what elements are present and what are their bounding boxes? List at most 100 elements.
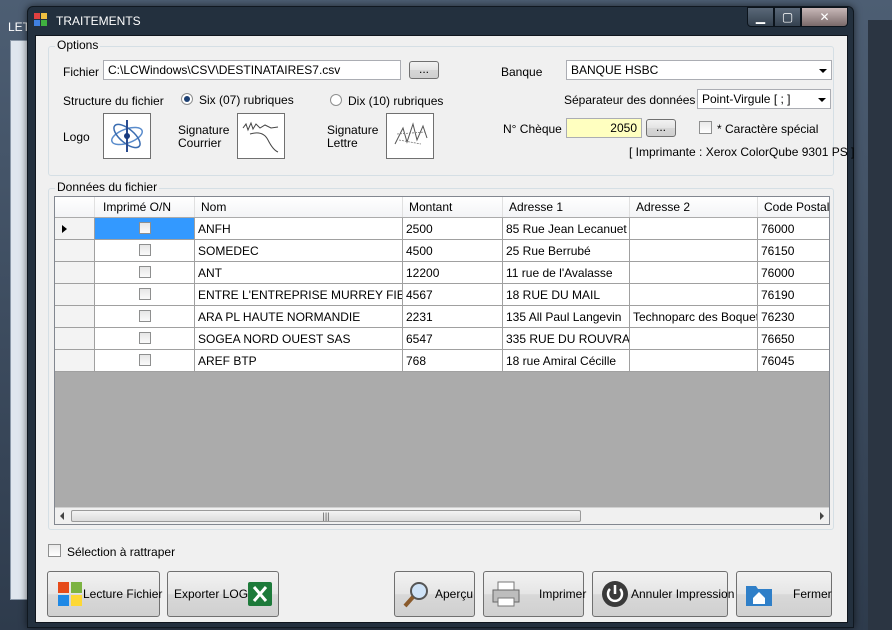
- cell-adresse2[interactable]: [630, 328, 758, 350]
- minimize-button[interactable]: ▁: [747, 7, 774, 27]
- cell-montant[interactable]: 4567: [403, 284, 503, 306]
- cell-adresse1[interactable]: 85 Rue Jean Lecanuet: [503, 218, 630, 240]
- title-bar[interactable]: TRAITEMENTS ▁ ▢ ✕: [28, 7, 853, 35]
- cell-montant[interactable]: 6547: [403, 328, 503, 350]
- radio-dix-rubriques[interactable]: [330, 94, 342, 106]
- signature-courrier-image[interactable]: [237, 113, 285, 159]
- cell-imprime[interactable]: [95, 328, 195, 350]
- column-header-code-postal[interactable]: Code Postal: [758, 197, 829, 217]
- cell-montant[interactable]: 2231: [403, 306, 503, 328]
- cell-adresse1[interactable]: 25 Rue Berrubé: [503, 240, 630, 262]
- logo-image[interactable]: [103, 113, 151, 159]
- printed-checkbox[interactable]: [138, 222, 151, 234]
- cell-code-postal[interactable]: 76000: [758, 262, 829, 284]
- cell-code-postal[interactable]: 76230: [758, 306, 829, 328]
- exporter-log-button[interactable]: Exporter LOG: [167, 571, 279, 617]
- fermer-button[interactable]: Fermer: [736, 571, 832, 617]
- table-row[interactable]: ANT 12200 11 rue de l'Avalasse 76000: [55, 262, 829, 284]
- cell-imprime[interactable]: [95, 306, 195, 328]
- cell-adresse2[interactable]: [630, 240, 758, 262]
- row-header[interactable]: [55, 306, 95, 328]
- column-header-imprime[interactable]: Imprimé O/N: [95, 197, 195, 217]
- column-header-montant[interactable]: Montant: [403, 197, 503, 217]
- cell-code-postal[interactable]: 76000: [758, 218, 829, 240]
- data-grid[interactable]: Imprimé O/N Nom Montant Adresse 1 Adress…: [54, 196, 830, 525]
- column-header-nom[interactable]: Nom: [195, 197, 403, 217]
- row-header[interactable]: [55, 284, 95, 306]
- separateur-select[interactable]: Point-Virgule [ ; ]: [697, 89, 831, 109]
- cell-montant[interactable]: 2500: [403, 218, 503, 240]
- cell-montant[interactable]: 4500: [403, 240, 503, 262]
- cell-code-postal[interactable]: 76150: [758, 240, 829, 262]
- cell-imprime[interactable]: [95, 350, 195, 372]
- cell-montant[interactable]: 768: [403, 350, 503, 372]
- cell-montant[interactable]: 12200: [403, 262, 503, 284]
- chevron-down-icon: [819, 69, 827, 73]
- banque-select[interactable]: BANQUE HSBC: [566, 60, 832, 80]
- printed-checkbox[interactable]: [138, 354, 151, 366]
- lecture-fichier-button[interactable]: Lecture Fichier: [47, 571, 162, 617]
- cell-adresse2[interactable]: [630, 262, 758, 284]
- row-header[interactable]: [55, 218, 95, 240]
- cheque-button[interactable]: ...: [646, 119, 676, 137]
- apercu-button[interactable]: Aperçu: [394, 571, 475, 617]
- printed-checkbox[interactable]: [138, 332, 151, 344]
- cell-adresse1[interactable]: 335 RUE DU ROUVRAY: [503, 328, 630, 350]
- column-header-adresse1[interactable]: Adresse 1: [503, 197, 630, 217]
- cell-nom[interactable]: ARA PL HAUTE NORMANDIE: [195, 306, 403, 328]
- cell-adresse2[interactable]: [630, 218, 758, 240]
- row-header[interactable]: [55, 262, 95, 284]
- cell-adresse2[interactable]: [630, 350, 758, 372]
- maximize-button[interactable]: ▢: [774, 7, 801, 27]
- cell-code-postal[interactable]: 76650: [758, 328, 829, 350]
- column-header-adresse2[interactable]: Adresse 2: [630, 197, 758, 217]
- row-header[interactable]: [55, 350, 95, 372]
- cell-imprime[interactable]: [95, 218, 195, 240]
- cell-code-postal[interactable]: 76045: [758, 350, 829, 372]
- browse-file-button[interactable]: ...: [409, 61, 439, 79]
- fichier-input[interactable]: C:\LCWindows\CSV\DESTINATAIRES7.csv: [103, 60, 401, 80]
- caractere-special-checkbox[interactable]: [699, 121, 712, 134]
- table-row[interactable]: ARA PL HAUTE NORMANDIE 2231 135 All Paul…: [55, 306, 829, 328]
- table-row[interactable]: AREF BTP 768 18 rue Amiral Cécille 76045: [55, 350, 829, 372]
- cell-adresse1[interactable]: 18 RUE DU MAIL: [503, 284, 630, 306]
- table-row[interactable]: ANFH 2500 85 Rue Jean Lecanuet 76000: [55, 218, 829, 240]
- signature-lettre-image[interactable]: [386, 113, 434, 159]
- cell-nom[interactable]: ANFH: [195, 218, 403, 240]
- printed-checkbox[interactable]: [138, 288, 151, 300]
- cell-nom[interactable]: SOMEDEC: [195, 240, 403, 262]
- imprimer-button[interactable]: Imprimer: [483, 571, 586, 617]
- cell-nom[interactable]: SOGEA NORD OUEST SAS: [195, 328, 403, 350]
- annuler-impression-button[interactable]: Annuler Impression: [592, 571, 734, 617]
- cell-adresse1[interactable]: 135 All Paul Langevin: [503, 306, 630, 328]
- cell-adresse2[interactable]: Technoparc des Boquets: [630, 306, 758, 328]
- cell-nom[interactable]: ANT: [195, 262, 403, 284]
- radio-dix-label: Dix (10) rubriques: [348, 94, 444, 108]
- cell-imprime[interactable]: [95, 240, 195, 262]
- scroll-thumb[interactable]: |||: [71, 510, 581, 522]
- cell-adresse2[interactable]: [630, 284, 758, 306]
- cell-adresse1[interactable]: 18 rue Amiral Cécille: [503, 350, 630, 372]
- row-header[interactable]: [55, 328, 95, 350]
- horizontal-scrollbar[interactable]: |||: [55, 507, 829, 524]
- scroll-left-icon[interactable]: [60, 512, 64, 520]
- table-row[interactable]: SOGEA NORD OUEST SAS 6547 335 RUE DU ROU…: [55, 328, 829, 350]
- row-header[interactable]: [55, 240, 95, 262]
- cell-adresse1[interactable]: 11 rue de l'Avalasse: [503, 262, 630, 284]
- cheque-input[interactable]: 2050: [566, 118, 642, 138]
- scroll-right-icon[interactable]: [820, 512, 824, 520]
- cell-imprime[interactable]: [95, 262, 195, 284]
- close-button[interactable]: ✕: [801, 7, 848, 27]
- selection-rattraper-checkbox[interactable]: [48, 544, 61, 557]
- cell-code-postal[interactable]: 76190: [758, 284, 829, 306]
- printed-checkbox[interactable]: [138, 266, 151, 278]
- printed-checkbox[interactable]: [138, 244, 151, 256]
- cell-imprime[interactable]: [95, 284, 195, 306]
- radio-six-rubriques[interactable]: [181, 93, 193, 105]
- table-row[interactable]: ENTRE L'ENTREPRISE MURREY FIELD 4567 18 …: [55, 284, 829, 306]
- caractere-special-label: * Caractère spécial: [717, 122, 819, 136]
- table-row[interactable]: SOMEDEC 4500 25 Rue Berrubé 76150: [55, 240, 829, 262]
- cell-nom[interactable]: ENTRE L'ENTREPRISE MURREY FIELD: [195, 284, 403, 306]
- cell-nom[interactable]: AREF BTP: [195, 350, 403, 372]
- printed-checkbox[interactable]: [138, 310, 151, 322]
